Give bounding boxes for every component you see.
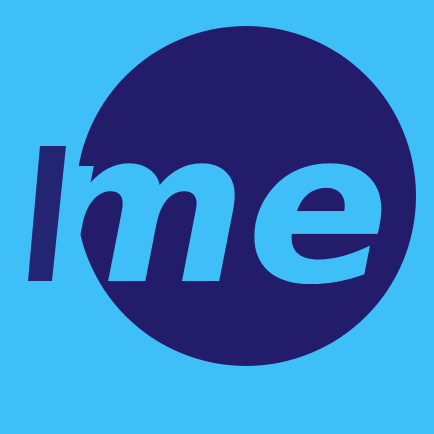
app-icon: me me (0, 0, 434, 434)
me-logo: me me (28, 26, 416, 366)
